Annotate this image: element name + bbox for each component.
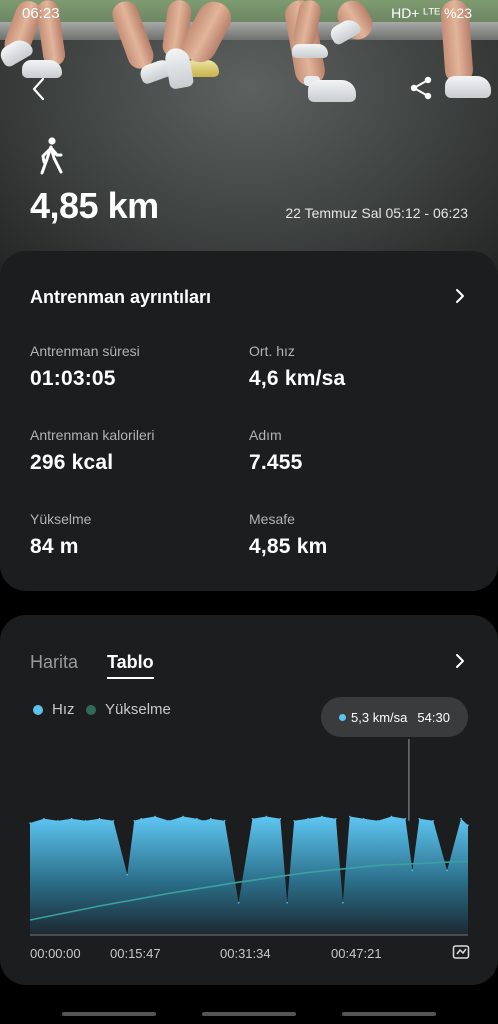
speed-point <box>376 820 379 822</box>
stat-label: Ort. hız <box>249 343 295 359</box>
speed-point <box>432 820 435 822</box>
stat-label: Antrenman süresi <box>30 343 140 359</box>
speed-point <box>70 817 73 820</box>
x-tick-label: 00:00:00 <box>30 946 81 961</box>
stat-value: 4,85 km <box>249 535 328 558</box>
chevron-left-icon[interactable] <box>26 74 56 104</box>
speed-point <box>133 820 136 822</box>
chart-tooltip: 5,3 km/sa 54:30 <box>321 697 468 737</box>
speed-point <box>237 901 240 904</box>
stat-label: Yükselme <box>30 511 92 527</box>
graph-card: Harita Tablo Hız Yükselme 5,3 km/sa 54:3… <box>0 615 498 985</box>
runner-shoe <box>292 44 328 58</box>
workout-details-card[interactable]: Antrenman ayrıntıları Antrenman süresi 0… <box>0 251 498 591</box>
speed-point <box>286 901 289 904</box>
walking-icon <box>40 137 63 175</box>
speed-point <box>307 817 309 820</box>
chevron-right-icon[interactable] <box>452 288 468 304</box>
stat-avg-speed: Ort. hız 4,6 km/sa <box>249 343 345 391</box>
speed-point <box>84 820 87 822</box>
stat-value: 296 kcal <box>30 451 114 474</box>
speed-point <box>29 822 31 824</box>
speed-point <box>349 815 351 818</box>
speed-point <box>390 815 393 818</box>
speed-point <box>182 815 184 818</box>
speed-point <box>57 820 59 822</box>
x-tick-label: 00:31:34 <box>220 946 271 961</box>
speed-area <box>30 816 468 935</box>
speed-point <box>467 824 469 826</box>
speed-point <box>126 873 129 876</box>
stat-value: 7.455 <box>249 451 303 474</box>
speed-point <box>223 820 226 822</box>
speed-point <box>460 817 462 820</box>
status-time: 06:23 <box>22 5 60 22</box>
card-title: Antrenman ayrıntıları <box>30 287 212 307</box>
hero-photo: 06:23 HD+ ᴸᵀᴱ %23 4,85 km 22 Temmuz Sal … <box>0 0 498 275</box>
speed-point <box>321 815 323 818</box>
speed-point <box>265 815 268 818</box>
speed-point <box>279 817 282 820</box>
stat-value: 84 m <box>30 535 79 558</box>
speed-point <box>446 869 448 872</box>
stat-steps: Adım 7.455 <box>249 427 303 475</box>
tooltip-dot <box>339 713 347 721</box>
nav-back[interactable] <box>342 1012 436 1016</box>
x-tick-label: 00:15:47 <box>110 946 161 961</box>
expand-icon[interactable] <box>452 943 470 961</box>
speed-point <box>335 817 337 820</box>
x-tick-label: 00:47:21 <box>331 946 382 961</box>
speed-point <box>154 815 156 818</box>
speed-point <box>196 817 198 820</box>
nav-recent[interactable] <box>62 1012 156 1016</box>
stat-label: Adım <box>249 427 282 443</box>
speed-elevation-chart[interactable] <box>0 615 498 985</box>
total-distance: 4,85 km <box>30 185 159 226</box>
stat-value: 4,6 km/sa <box>249 367 346 390</box>
share-icon[interactable] <box>406 73 436 103</box>
speed-point <box>411 869 414 872</box>
stat-calories: Antrenman kalorileri 296 kcal <box>30 427 155 475</box>
nav-home[interactable] <box>202 1012 296 1016</box>
speed-point <box>98 817 101 820</box>
speed-point <box>43 817 45 820</box>
speed-point <box>418 817 421 820</box>
speed-point <box>140 817 142 820</box>
stat-elevation: Yükselme 84 m <box>30 511 91 559</box>
runner-shoe <box>445 76 491 98</box>
speed-point <box>168 820 170 822</box>
speed-point <box>210 817 212 820</box>
runner-shoe <box>308 80 356 102</box>
workout-date: 22 Temmuz Sal 05:12 - 06:23 <box>285 205 468 221</box>
speed-point <box>404 817 407 820</box>
speed-point <box>362 817 365 820</box>
speed-point <box>112 820 115 822</box>
status-bar: 06:23 HD+ ᴸᵀᴱ %23 <box>0 0 498 28</box>
speed-point <box>293 820 296 822</box>
stat-label: Mesafe <box>249 511 295 527</box>
speed-point <box>342 901 344 904</box>
stat-duration: Antrenman süresi 01:03:05 <box>30 343 140 391</box>
speed-point <box>251 817 254 820</box>
tooltip-speed: 5,3 km/sa <box>351 709 408 725</box>
speed-point <box>203 820 205 822</box>
stat-value: 01:03:05 <box>30 367 116 390</box>
stat-distance: Mesafe 4,85 km <box>249 511 327 559</box>
stat-label: Antrenman kalorileri <box>30 427 155 443</box>
status-indicators: HD+ ᴸᵀᴱ %23 <box>391 5 472 21</box>
tooltip-time: 54:30 <box>417 709 450 725</box>
